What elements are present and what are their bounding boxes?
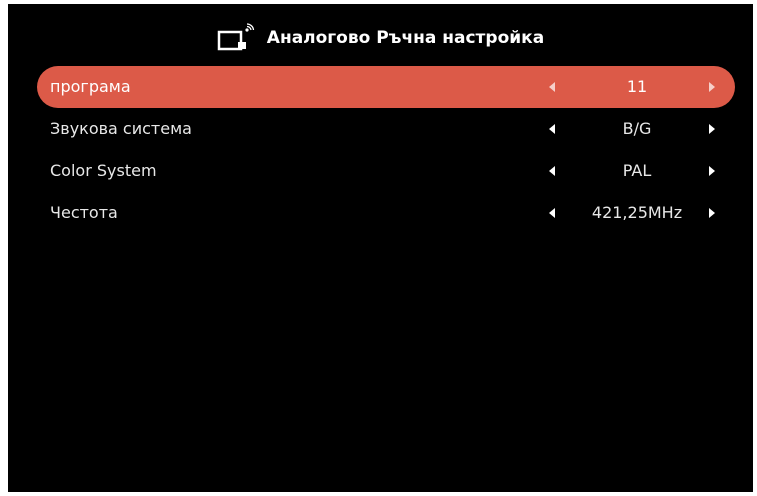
menu-header: Аналогово Ръчна настройка (8, 20, 753, 56)
arrow-left-icon[interactable] (549, 208, 555, 218)
arrow-right-icon[interactable] (709, 82, 715, 92)
menu-item-value: PAL (622, 161, 652, 180)
arrow-left-icon[interactable] (549, 166, 555, 176)
arrow-right-icon[interactable] (709, 124, 715, 134)
menu-item-program[interactable]: програма 11 (37, 66, 735, 108)
page-title: Аналогово Ръчна настройка (266, 28, 545, 48)
arrow-right-icon[interactable] (709, 166, 715, 176)
tv-antenna-icon (217, 23, 254, 51)
menu-item-sound-system[interactable]: Звукова система B/G (37, 108, 735, 150)
arrow-right-icon[interactable] (709, 208, 715, 218)
menu-item-value: 421,25MHz (591, 203, 683, 222)
menu-item-label: Честота (50, 203, 118, 222)
menu-item-frequency[interactable]: Честота 421,25MHz (37, 192, 735, 234)
menu-item-label: Color System (50, 161, 157, 180)
arrow-left-icon[interactable] (549, 124, 555, 134)
tv-screen: Аналогово Ръчна настройка програма 11 Зв… (8, 4, 753, 492)
menu-item-value: B/G (622, 119, 652, 138)
menu-item-label: Звукова система (50, 119, 192, 138)
menu-item-label: програма (50, 77, 131, 96)
arrow-left-icon[interactable] (549, 82, 555, 92)
settings-menu: програма 11 Звукова система B/G Color Sy… (37, 66, 735, 234)
menu-item-value: 11 (626, 77, 648, 96)
menu-item-color-system[interactable]: Color System PAL (37, 150, 735, 192)
